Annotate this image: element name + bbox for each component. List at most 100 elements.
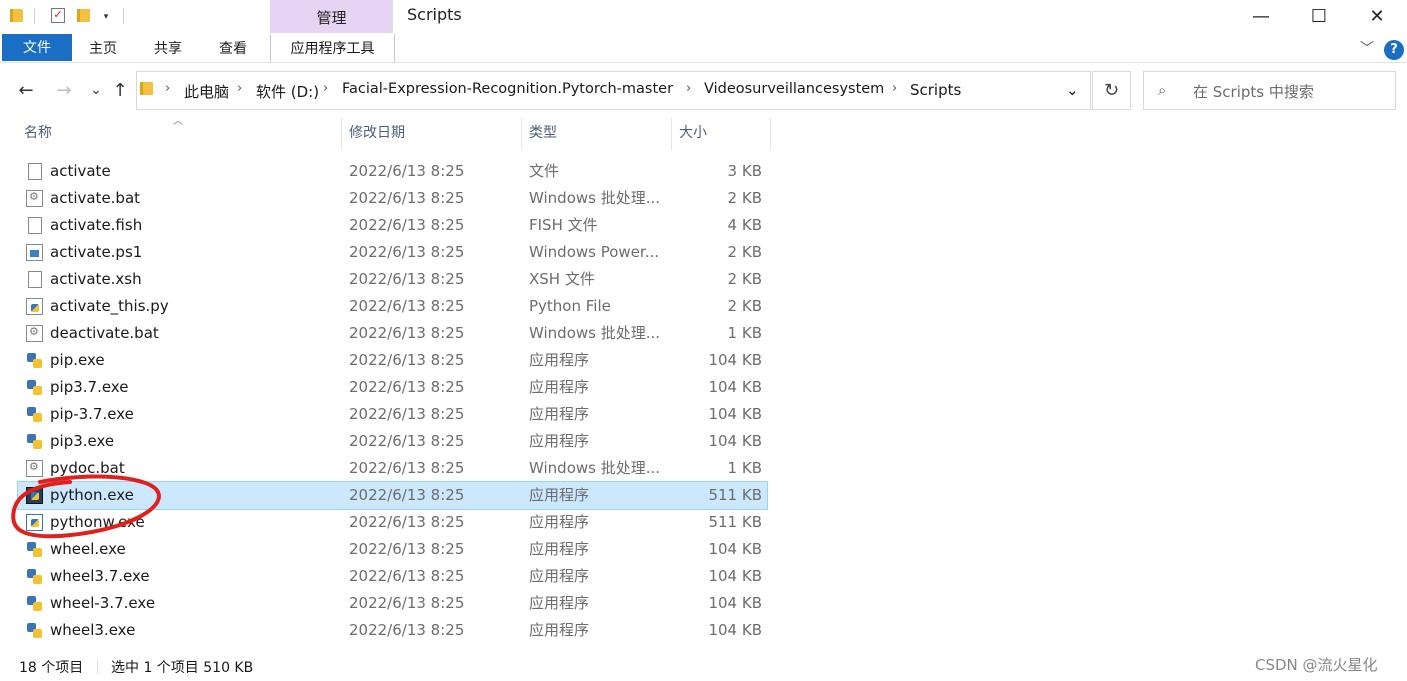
close-button[interactable]: ✕ <box>1354 0 1400 32</box>
file-row[interactable]: python.exe 2022/6/13 8:25 应用程序 511 KB <box>17 481 768 510</box>
column-header-type[interactable]: 类型 <box>529 118 557 150</box>
file-row[interactable]: deactivate.bat 2022/6/13 8:25 Windows 批处理.… <box>18 320 767 347</box>
column-header-name[interactable]: 名称 <box>24 118 52 150</box>
file-type: 应用程序 <box>529 567 590 585</box>
file-modified: 2022/6/13 8:25 <box>349 189 465 207</box>
file-row[interactable]: wheel.exe 2022/6/13 8:25 应用程序 104 KB <box>18 536 767 563</box>
file-modified: 2022/6/13 8:25 <box>349 540 465 558</box>
file-modified: 2022/6/13 8:25 <box>349 216 465 234</box>
quick-access-separator <box>123 8 124 24</box>
file-row[interactable]: pythonw.exe 2022/6/13 8:25 应用程序 511 KB <box>18 509 767 536</box>
file-size: 104 KB <box>708 594 762 612</box>
column-header-size[interactable]: 大小 <box>679 118 707 150</box>
file-name: activate.ps1 <box>50 243 143 261</box>
file-size: 104 KB <box>708 621 762 639</box>
properties-icon[interactable]: ✓ <box>49 5 67 25</box>
file-row[interactable]: activate.fish 2022/6/13 8:25 FISH 文件 4 KB <box>18 212 767 239</box>
breadcrumb-scripts[interactable]: Scripts <box>910 81 961 99</box>
file-name: wheel3.7.exe <box>50 567 150 585</box>
file-size: 3 KB <box>727 162 762 180</box>
help-icon[interactable]: ? <box>1384 40 1404 60</box>
up-arrow-icon[interactable]: ↑ <box>108 78 132 102</box>
file-row[interactable]: pip.exe 2022/6/13 8:25 应用程序 104 KB <box>18 347 767 374</box>
tab-view[interactable]: 查看 <box>219 34 247 61</box>
file-type: Windows 批处理... <box>529 459 661 477</box>
recent-locations-chevron-icon[interactable]: ⌄ <box>84 78 108 102</box>
file-row[interactable]: pydoc.bat 2022/6/13 8:25 Windows 批处理... 1 K… <box>18 455 767 482</box>
file-name: pythonw.exe <box>50 513 145 531</box>
minimize-button[interactable]: — <box>1238 0 1284 32</box>
refresh-icon[interactable]: ↻ <box>1092 71 1131 110</box>
address-dropdown-chevron-icon[interactable]: ⌄ <box>1066 81 1079 99</box>
file-row[interactable]: wheel3.7.exe 2022/6/13 8:25 应用程序 104 KB <box>18 563 767 590</box>
column-divider[interactable] <box>521 118 522 150</box>
tab-share[interactable]: 共享 <box>154 34 182 61</box>
file-modified: 2022/6/13 8:25 <box>349 594 465 612</box>
maximize-button[interactable]: ☐ <box>1296 0 1342 32</box>
forward-arrow-icon[interactable]: → <box>52 78 76 102</box>
file-type: 应用程序 <box>529 594 590 612</box>
file-row[interactable]: pip3.7.exe 2022/6/13 8:25 应用程序 104 KB <box>18 374 767 401</box>
file-type: 文件 <box>529 162 560 180</box>
column-divider[interactable] <box>341 118 342 150</box>
file-bat-icon <box>26 460 43 477</box>
file-name: pip.exe <box>50 351 105 369</box>
file-type: 应用程序 <box>529 432 590 450</box>
breadcrumb-separator-icon[interactable]: › <box>165 81 170 96</box>
file-row[interactable]: activate.bat 2022/6/13 8:25 Windows 批处理...… <box>18 185 767 212</box>
file-name: pip3.exe <box>50 432 115 450</box>
file-name: python.exe <box>50 486 134 504</box>
file-row[interactable]: pip-3.7.exe 2022/6/13 8:25 应用程序 104 KB <box>18 401 767 428</box>
file-exe-icon <box>26 595 43 612</box>
breadcrumb-separator-icon[interactable]: › <box>892 81 897 96</box>
file-name: activate.xsh <box>50 270 142 288</box>
file-name: wheel3.exe <box>50 621 136 639</box>
file-row[interactable]: activate_this.py 2022/6/13 8:25 Python Fil… <box>18 293 767 320</box>
file-modified: 2022/6/13 8:25 <box>349 243 465 261</box>
file-size: 104 KB <box>708 567 762 585</box>
collapse-ribbon-chevron-icon[interactable]: ﹀ <box>1360 38 1374 58</box>
file-size: 104 KB <box>708 540 762 558</box>
file-pywexe-icon <box>26 514 43 531</box>
folder-icon <box>140 82 153 95</box>
tab-file[interactable]: 文件 <box>2 34 72 61</box>
file-row[interactable]: wheel3.exe 2022/6/13 8:25 应用程序 104 KB <box>18 617 767 644</box>
file-name: deactivate.bat <box>50 324 159 342</box>
file-name: pip3.7.exe <box>50 378 129 396</box>
file-row[interactable]: pip3.exe 2022/6/13 8:25 应用程序 104 KB <box>18 428 767 455</box>
file-exe-icon <box>26 433 43 450</box>
tab-home[interactable]: 主页 <box>89 34 117 61</box>
file-row[interactable]: activate.ps1 2022/6/13 8:25 Windows Power.… <box>18 239 767 266</box>
back-arrow-icon[interactable]: ← <box>14 78 38 102</box>
file-doc-icon <box>28 217 42 234</box>
file-exe-icon <box>26 568 43 585</box>
tab-application-tools[interactable]: 应用程序工具 <box>270 34 395 62</box>
customize-toolbar-chevron-icon[interactable]: ▾ <box>97 7 115 27</box>
column-header-modified[interactable]: 修改日期 <box>349 118 405 150</box>
new-folder-icon[interactable] <box>75 5 93 25</box>
folder-icon <box>8 5 26 25</box>
breadcrumb-separator-icon[interactable]: › <box>323 81 328 96</box>
breadcrumb-project-folder[interactable]: Facial-Expression-Recognition.Pytorch-ma… <box>342 81 673 97</box>
file-row[interactable]: activate.xsh 2022/6/13 8:25 XSH 文件 2 KB <box>18 266 767 293</box>
file-name: activate <box>50 162 111 180</box>
column-divider[interactable] <box>770 118 771 150</box>
file-modified: 2022/6/13 8:25 <box>349 162 465 180</box>
file-type: Windows 批处理... <box>529 324 661 342</box>
breadcrumb-this-pc[interactable]: 此电脑 <box>184 81 229 102</box>
breadcrumb-drive-d[interactable]: 软件 (D:) <box>256 81 319 102</box>
column-divider[interactable] <box>671 118 672 150</box>
context-tab-manage[interactable]: 管理 <box>270 0 393 33</box>
file-modified: 2022/6/13 8:25 <box>349 351 465 369</box>
file-type: 应用程序 <box>529 351 590 369</box>
file-size: 1 KB <box>727 459 762 477</box>
breadcrumb-separator-icon[interactable]: › <box>237 81 242 96</box>
breadcrumb-separator-icon[interactable]: › <box>686 81 691 96</box>
file-pyexe-icon <box>26 487 43 504</box>
file-row[interactable]: wheel-3.7.exe 2022/6/13 8:25 应用程序 104 KB <box>18 590 767 617</box>
file-exe-icon <box>26 622 43 639</box>
breadcrumb-videosurveillancesystem[interactable]: Videosurveillancesystem <box>704 81 884 97</box>
file-row[interactable]: activate 2022/6/13 8:25 文件 3 KB <box>18 158 767 185</box>
file-type: Windows 批处理... <box>529 189 661 207</box>
file-size: 2 KB <box>727 243 762 261</box>
